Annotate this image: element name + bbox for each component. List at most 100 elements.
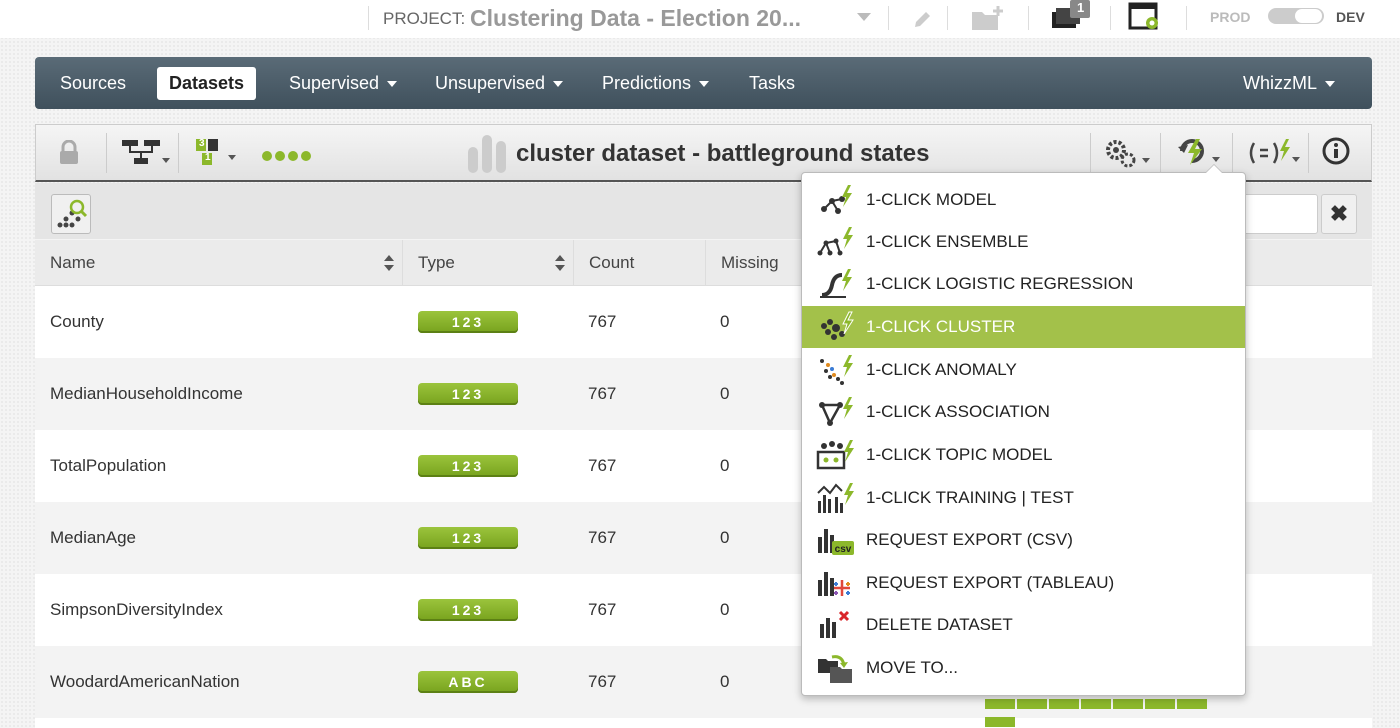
nav-tasks[interactable]: Tasks (749, 73, 795, 94)
field-count: 767 (588, 528, 617, 547)
model-icon (821, 185, 852, 214)
settings-window-icon[interactable] (1128, 2, 1164, 32)
info-icon[interactable] (1322, 137, 1352, 167)
menu-item-1-click-cluster[interactable]: 1-CLICK CLUSTER (802, 306, 1245, 348)
field-missing: 0 (720, 456, 730, 475)
clear-search-button[interactable]: ✖ (1321, 194, 1357, 234)
sort-icon[interactable] (384, 254, 394, 272)
divider (1308, 133, 1309, 173)
nav-datasets[interactable]: Datasets (157, 67, 257, 100)
ensemble-icon (817, 227, 853, 256)
histogram-preview (985, 696, 1240, 727)
type-badge: 123 (418, 599, 518, 621)
divider (1160, 133, 1161, 173)
field-name[interactable]: WoodardAmericanNation (50, 646, 240, 718)
caret-down-icon (1325, 81, 1336, 88)
lock-icon[interactable] (58, 140, 80, 166)
project-label: PROJECT: (383, 9, 466, 28)
field-count: 767 (588, 312, 617, 331)
divider (1110, 6, 1111, 30)
csv-export-icon: csv (818, 529, 854, 555)
menu-item-1-click-logistic-regression[interactable]: 1-CLICK LOGISTIC REGRESSION (802, 263, 1245, 305)
table-row (35, 718, 1372, 728)
menu-item-move-to[interactable]: MOVE TO... (802, 647, 1245, 689)
projects-stack-icon[interactable] (1050, 0, 1094, 32)
env-toggle[interactable] (1268, 8, 1324, 24)
delete-dataset-icon (820, 610, 850, 638)
one-click-dropdown-menu: 1-CLICK MODEL 1-CLICK ENSEMBLE 1-CLICK L… (801, 164, 1246, 696)
menu-item-label: MOVE TO... (866, 658, 958, 677)
histogram-bar (1177, 699, 1207, 709)
nav-predictions-label: Predictions (602, 73, 692, 93)
tableau-export-icon (818, 572, 850, 596)
menu-item-1-click-ensemble[interactable]: 1-CLICK ENSEMBLE (802, 221, 1245, 263)
histogram-bar (1113, 699, 1143, 709)
menu-item-delete-dataset[interactable]: DELETE DATASET (802, 604, 1245, 646)
notification-count: 1 (1077, 0, 1085, 15)
menu-item-label: 1-CLICK LOGISTIC REGRESSION (866, 274, 1134, 293)
menu-item-label: REQUEST EXPORT (TABLEAU) (866, 573, 1115, 592)
divider (947, 6, 948, 30)
histogram-bar (1081, 699, 1111, 709)
field-count: 767 (588, 600, 617, 619)
dot (288, 151, 298, 161)
nav-whizzml[interactable]: WhizzML (1243, 73, 1336, 94)
project-dropdown-caret[interactable] (857, 13, 871, 21)
menu-item-1-click-training-test[interactable]: 1-CLICK TRAINING | TEST (802, 477, 1245, 519)
field-missing: 0 (720, 528, 730, 547)
dataset-tree-icon[interactable] (122, 138, 170, 168)
divider (1186, 6, 1187, 30)
menu-item-label: REQUEST EXPORT (CSV) (866, 530, 1073, 549)
type-badge: 123 (418, 455, 518, 477)
nav-unsupervised[interactable]: Unsupervised (435, 73, 564, 94)
nav-predictions[interactable]: Predictions (602, 73, 710, 94)
menu-item-label: 1-CLICK CLUSTER (866, 317, 1016, 336)
project-name[interactable]: Clustering Data - Election 20... (470, 5, 801, 32)
menu-item-1-click-association[interactable]: 1-CLICK ASSOCIATION (802, 391, 1245, 433)
dataset-title: cluster dataset - battleground states (516, 140, 930, 167)
new-folder-icon[interactable] (970, 4, 1008, 32)
column-header-label: Name (50, 253, 96, 272)
nav-supervised-label: Supervised (289, 73, 380, 93)
field-missing: 0 (720, 600, 730, 619)
divider (1028, 6, 1029, 30)
divider (1090, 133, 1091, 173)
field-name[interactable]: TotalPopulation (50, 430, 166, 502)
pencil-icon[interactable] (912, 10, 934, 30)
env-dev-label: DEV (1336, 9, 1365, 25)
field-name[interactable]: MedianHouseholdIncome (50, 358, 243, 430)
column-header-type[interactable]: Type (403, 240, 574, 286)
caret-down-icon (699, 81, 710, 88)
menu-item-request-export-csv[interactable]: csv REQUEST EXPORT (CSV) (802, 519, 1245, 561)
menu-item-1-click-topic-model[interactable]: 1-CLICK TOPIC MODEL (802, 434, 1245, 476)
nav-supervised[interactable]: Supervised (289, 73, 398, 94)
nav-sources[interactable]: Sources (60, 73, 126, 94)
caret-down-icon (387, 81, 398, 88)
type-badge: 123 (418, 527, 518, 549)
anomaly-icon (820, 355, 853, 385)
cluster-icon (821, 311, 854, 340)
field-name[interactable]: SimpsonDiversityIndex (50, 574, 223, 646)
histogram-bar (1017, 699, 1047, 709)
field-name[interactable]: MedianAge (50, 502, 136, 574)
menu-item-1-click-model[interactable]: 1-CLICK MODEL (802, 179, 1245, 221)
sample-num-bottom: 1 (205, 152, 211, 163)
field-name[interactable]: County (50, 286, 104, 358)
menu-item-1-click-anomaly[interactable]: 1-CLICK ANOMALY (802, 349, 1245, 391)
gears-icon[interactable] (1104, 138, 1154, 170)
type-badge: 123 (418, 383, 518, 405)
column-header-name[interactable]: Name (35, 240, 403, 286)
menu-item-request-export-tableau[interactable]: REQUEST EXPORT (TABLEAU) (802, 562, 1245, 604)
column-header-count[interactable]: Count (574, 240, 706, 286)
dot (301, 151, 311, 161)
divider (178, 133, 179, 173)
scatterplot-button[interactable] (51, 194, 91, 234)
field-count: 767 (588, 384, 617, 403)
script-action-icon[interactable] (1246, 137, 1302, 169)
sort-icon[interactable] (555, 254, 565, 272)
menu-item-label: DELETE DATASET (866, 615, 1013, 634)
divider (1232, 133, 1233, 173)
field-missing: 0 (720, 384, 730, 403)
caret-down-icon (553, 81, 564, 88)
type-badge: ABC (418, 671, 518, 693)
